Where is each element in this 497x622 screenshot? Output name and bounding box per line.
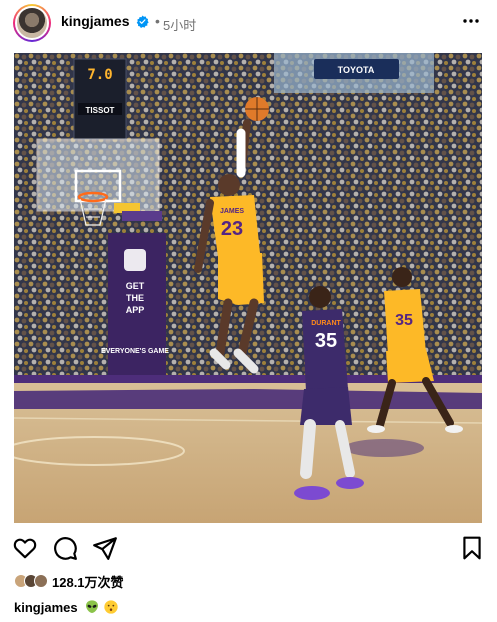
tissot-text: TISSOT [86, 106, 115, 115]
svg-text:APP: APP [126, 305, 145, 315]
post-actions-bar [0, 530, 497, 566]
alien-emoji [85, 600, 98, 613]
shot-clock-time: 7.0 [87, 67, 112, 83]
kissing-face-emoji [103, 600, 118, 614]
more-options-icon[interactable] [462, 18, 480, 24]
comment-icon[interactable] [52, 535, 78, 561]
liker-avatar [34, 574, 48, 588]
likes-count[interactable]: 128.1万次赞 [52, 572, 124, 591]
svg-text:THE: THE [126, 293, 144, 303]
caption-row: kingjames [14, 598, 122, 616]
heart-icon[interactable] [12, 535, 38, 561]
separator-dot: • [155, 13, 160, 29]
svg-text:35: 35 [395, 312, 413, 329]
avatar[interactable] [15, 6, 49, 40]
svg-text:EVERYONE'S GAME: EVERYONE'S GAME [101, 348, 169, 355]
send-icon[interactable] [92, 535, 118, 561]
svg-text:35: 35 [315, 330, 337, 352]
svg-text:JAMES: JAMES [220, 208, 244, 215]
verified-badge-icon [136, 15, 149, 28]
svg-text:GET: GET [126, 281, 145, 291]
likes-row[interactable]: 128.1万次赞 [14, 572, 124, 590]
post-header: kingjames • 5小时 [0, 0, 497, 46]
post-username[interactable]: kingjames [61, 13, 129, 29]
post-time[interactable]: 5小时 [163, 15, 196, 34]
post-photo[interactable]: TOYOTA 7.0 TISSOT GET THE APP EVERYONE'S… [14, 53, 482, 523]
bookmark-icon[interactable] [459, 535, 485, 561]
avatar-story-ring[interactable] [13, 4, 51, 42]
svg-text:DURANT: DURANT [311, 320, 341, 327]
svg-text:23: 23 [221, 218, 243, 240]
liker-avatars [14, 574, 48, 588]
caption-username[interactable]: kingjames [14, 600, 78, 615]
toyota-sign-text: TOYOTA [338, 65, 375, 75]
